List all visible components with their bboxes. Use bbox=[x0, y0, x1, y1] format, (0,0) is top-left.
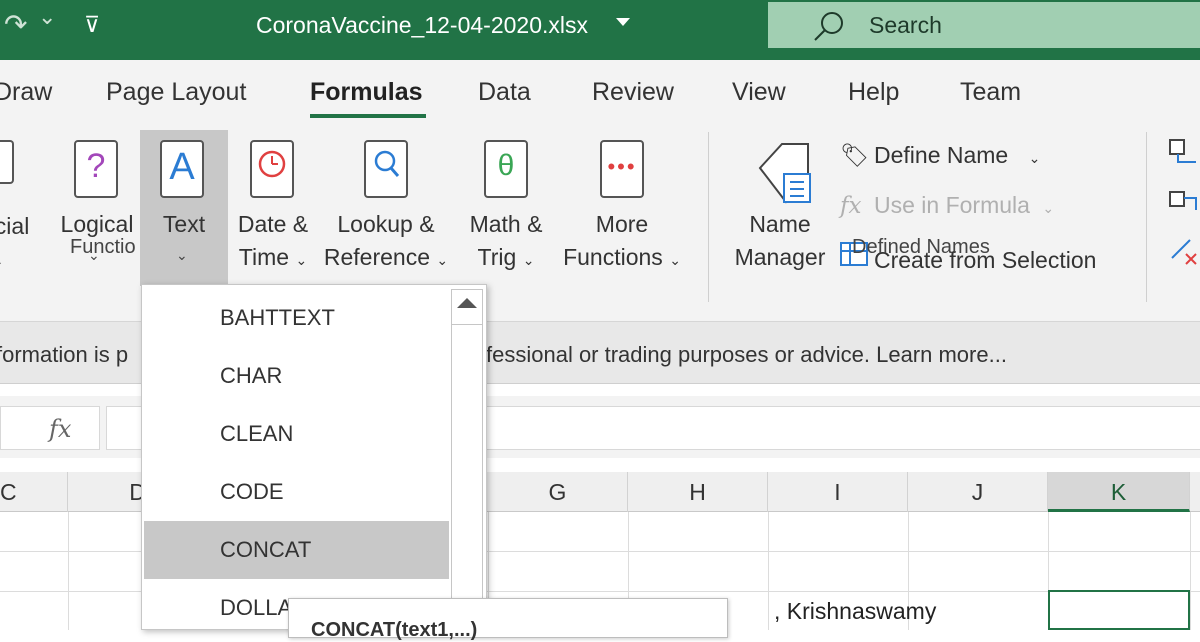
math-label-2: Trig bbox=[477, 244, 517, 270]
redo-dropdown-icon[interactable]: ⌄ bbox=[38, 4, 56, 30]
financial-chevron-icon: ⌄ bbox=[0, 252, 4, 270]
name-manager-label-2: Manager bbox=[734, 244, 826, 270]
text-label: Text bbox=[162, 211, 206, 237]
column-header-j[interactable]: J bbox=[908, 472, 1048, 512]
lookup-label-1: Lookup & bbox=[337, 211, 435, 237]
more-functions-book-icon: ••• bbox=[600, 140, 644, 198]
tooltip-signature: CONCAT(text1,...) bbox=[311, 619, 478, 641]
more-functions-label-2: Functions bbox=[563, 244, 663, 270]
defined-names-group-label: Defined Names bbox=[852, 236, 990, 258]
fx-icon: fx bbox=[49, 415, 72, 443]
scroll-divider bbox=[452, 324, 482, 325]
math-chevron-icon: ⌄ bbox=[522, 252, 535, 268]
define-name-chevron-icon: ⌄ bbox=[1028, 150, 1041, 166]
search-label: Search bbox=[869, 12, 942, 38]
active-cell[interactable] bbox=[1048, 590, 1190, 630]
col-line bbox=[68, 512, 69, 630]
use-in-formula-icon: fx bbox=[840, 193, 862, 219]
info-text-right[interactable]: fessional or trading purposes or advice.… bbox=[486, 342, 1007, 368]
date-time-chevron-icon: ⌄ bbox=[295, 252, 308, 268]
file-title[interactable]: CoronaVaccine_12-04-2020.xlsx bbox=[256, 12, 588, 39]
file-menu-caret-icon[interactable] bbox=[616, 18, 630, 26]
title-bar: ↷ ⌄ ⊽ CoronaVaccine_12-04-2020.xlsx Sear… bbox=[0, 0, 1200, 60]
lookup-chevron-icon: ⌄ bbox=[436, 252, 449, 268]
cell-value[interactable]: , Krishnaswamy bbox=[774, 598, 936, 625]
text-chevron-icon: ⌄ bbox=[176, 247, 188, 263]
formula-auditing-icons[interactable] bbox=[1168, 138, 1200, 274]
column-header-k[interactable]: K bbox=[1048, 472, 1190, 512]
define-name-label: Define Name bbox=[874, 142, 1009, 168]
group-separator bbox=[708, 132, 709, 302]
tab-data[interactable]: Data bbox=[478, 78, 531, 107]
text-book-icon: A bbox=[160, 140, 204, 198]
use-in-formula-label: Use in Formula bbox=[874, 192, 1030, 218]
menu-item-bahttext[interactable]: BAHTTEXT bbox=[144, 289, 449, 347]
dropdown-scrollbar[interactable] bbox=[451, 289, 483, 631]
tab-page-layout[interactable]: Page Layout bbox=[106, 78, 246, 107]
active-tab-indicator bbox=[310, 114, 426, 118]
tab-draw[interactable]: Draw bbox=[0, 78, 52, 107]
tab-formulas[interactable]: Formulas bbox=[310, 78, 423, 107]
function-library-group-label: Functio bbox=[70, 236, 136, 258]
insert-function-button[interactable]: fx bbox=[0, 406, 100, 450]
define-name-button[interactable]: 🏷 Define Name ⌄ bbox=[840, 142, 1040, 169]
column-header-c[interactable]: C bbox=[0, 472, 68, 512]
name-manager-icon bbox=[758, 143, 811, 204]
customize-qat-icon[interactable]: ⊽ bbox=[84, 12, 100, 38]
logical-book-icon: ? bbox=[74, 140, 118, 198]
financial-book-icon bbox=[0, 140, 14, 184]
menu-item-concat[interactable]: CONCAT bbox=[144, 521, 449, 579]
text-functions-dropdown: BAHTTEXT CHAR CLEAN CODE CONCAT DOLLA bbox=[141, 284, 487, 631]
use-in-formula-button: fx Use in Formula ⌄ bbox=[840, 192, 1054, 219]
tab-team[interactable]: Team bbox=[960, 78, 1021, 107]
menu-item-clean[interactable]: CLEAN bbox=[144, 405, 449, 463]
menu-item-char[interactable]: CHAR bbox=[144, 347, 449, 405]
math-label-1: Math & bbox=[469, 211, 543, 237]
tag-icon: 🏷 bbox=[840, 142, 870, 168]
tab-view[interactable]: View bbox=[732, 78, 786, 107]
more-functions-label-1: More bbox=[595, 211, 649, 237]
column-header-h[interactable]: H bbox=[628, 472, 768, 512]
column-header-i[interactable]: I bbox=[768, 472, 908, 512]
name-manager-label-1: Name bbox=[749, 211, 811, 237]
search-icon bbox=[814, 12, 843, 41]
date-time-label-2: Time bbox=[238, 244, 290, 270]
tab-help[interactable]: Help bbox=[848, 78, 899, 107]
column-header-g[interactable]: G bbox=[488, 472, 628, 512]
search-box[interactable]: Search bbox=[768, 2, 1200, 48]
use-in-formula-chevron-icon: ⌄ bbox=[1042, 200, 1055, 216]
col-line bbox=[768, 512, 769, 630]
menu-item-code[interactable]: CODE bbox=[144, 463, 449, 521]
financial-label: ncial bbox=[0, 213, 30, 239]
col-line bbox=[1190, 512, 1191, 630]
math-book-icon: θ bbox=[484, 140, 528, 198]
lookup-book-icon bbox=[364, 140, 408, 198]
function-tooltip: CONCAT(text1,...) bbox=[288, 598, 728, 641]
date-time-label-1: Date & bbox=[237, 211, 309, 237]
group-separator-2 bbox=[1146, 132, 1147, 302]
redo-icon[interactable]: ↷ bbox=[4, 8, 27, 41]
info-text-left: formation is p bbox=[0, 342, 129, 367]
date-time-book-icon bbox=[250, 140, 294, 198]
scroll-up-arrow-icon[interactable] bbox=[457, 298, 477, 308]
more-functions-chevron-icon: ⌄ bbox=[669, 252, 681, 268]
lookup-label-2: Reference bbox=[323, 244, 430, 270]
tab-review[interactable]: Review bbox=[592, 78, 674, 107]
